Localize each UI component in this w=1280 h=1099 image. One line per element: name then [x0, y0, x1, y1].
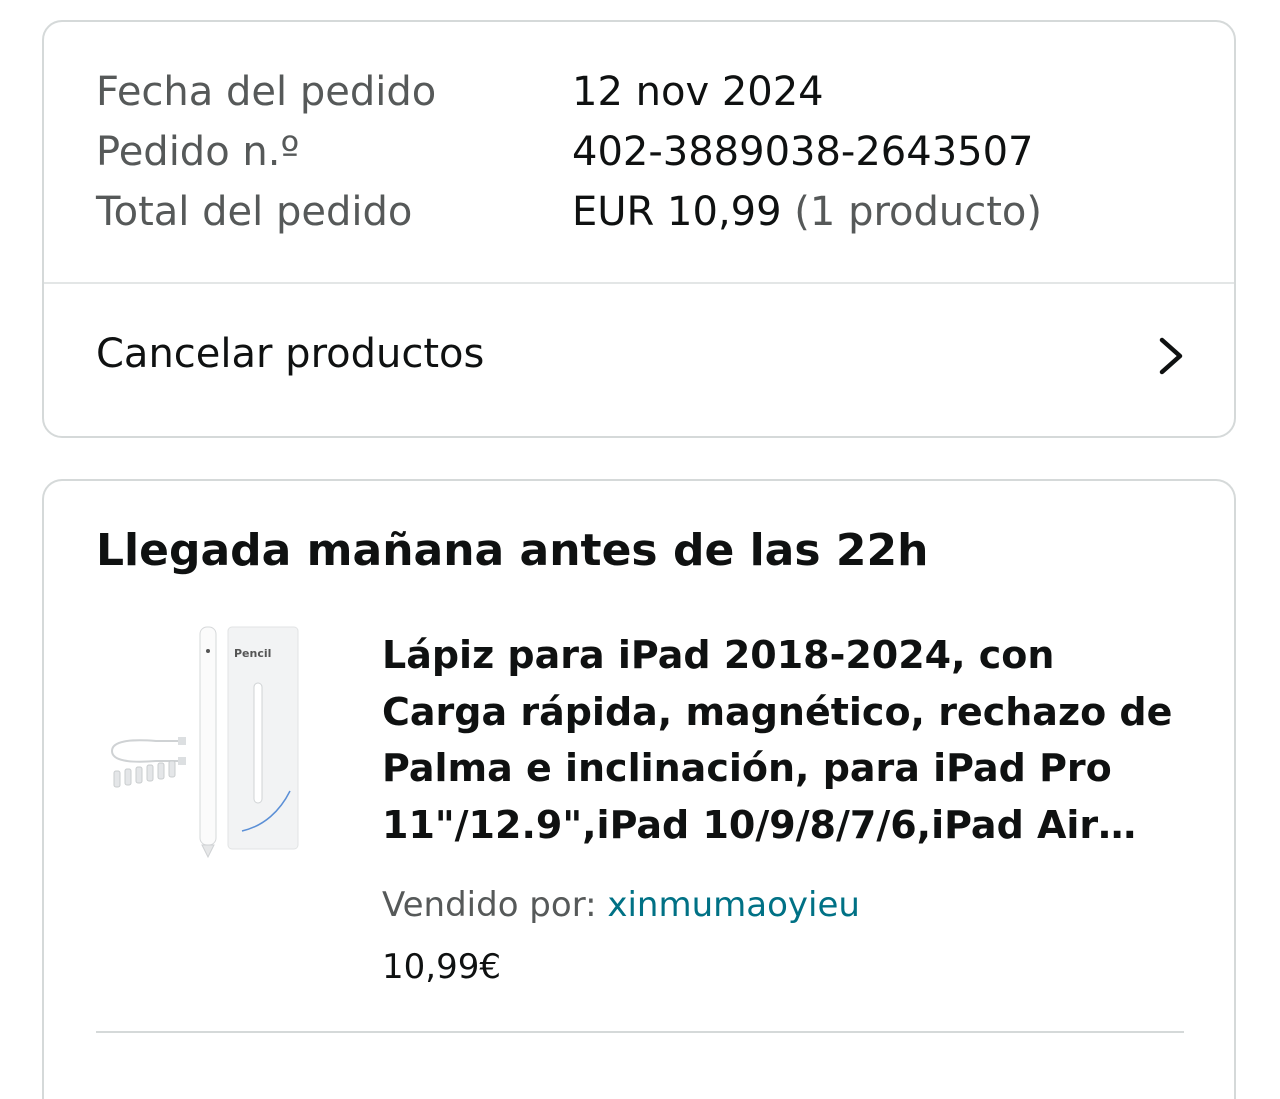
order-total-label: Total del pedido	[96, 189, 413, 235]
product-box-label: Pencil	[234, 647, 271, 660]
chevron-right-icon	[1159, 337, 1183, 375]
product-price: 10,99€	[382, 947, 501, 987]
order-date-value: 12 nov 2024	[572, 69, 824, 115]
cancel-products-label: Cancelar productos	[96, 331, 485, 377]
order-total-value: EUR 10,99	[572, 189, 782, 235]
order-date-row: Fecha del pedido 12 nov 2024	[96, 62, 824, 122]
seller-name-link[interactable]: xinmumaoyieu	[607, 885, 860, 925]
order-item-count: (1 producto)	[794, 189, 1042, 235]
order-number-label: Pedido n.º	[96, 129, 300, 175]
product-title-link[interactable]: Lápiz para iPad 2018-2024, con Carga ráp…	[382, 627, 1192, 853]
delivery-estimate-title: Llegada mañana antes de las 22h	[96, 525, 929, 576]
seller-line: Vendido por: xinmumaoyieu	[382, 877, 860, 933]
shipment-card: Llegada mañana antes de las 22h Pencil L…	[42, 479, 1236, 1099]
order-total-value-group: EUR 10,99 (1 producto)	[572, 182, 1042, 242]
shipment-divider	[96, 1031, 1184, 1033]
order-total-row: Total del pedido EUR 10,99 (1 producto)	[96, 182, 1042, 242]
order-date-label: Fecha del pedido	[96, 69, 437, 115]
seller-label: Vendido por:	[382, 885, 597, 925]
stylus-pencil-product-image[interactable]: Pencil	[104, 621, 304, 861]
order-number-row: Pedido n.º 402-3889038-2643507	[96, 122, 1034, 182]
order-number-value: 402-3889038-2643507	[572, 129, 1034, 175]
cancel-products-button[interactable]: Cancelar productos	[44, 284, 1234, 438]
order-summary-card: Fecha del pedido 12 nov 2024 Pedido n.º …	[42, 20, 1236, 438]
